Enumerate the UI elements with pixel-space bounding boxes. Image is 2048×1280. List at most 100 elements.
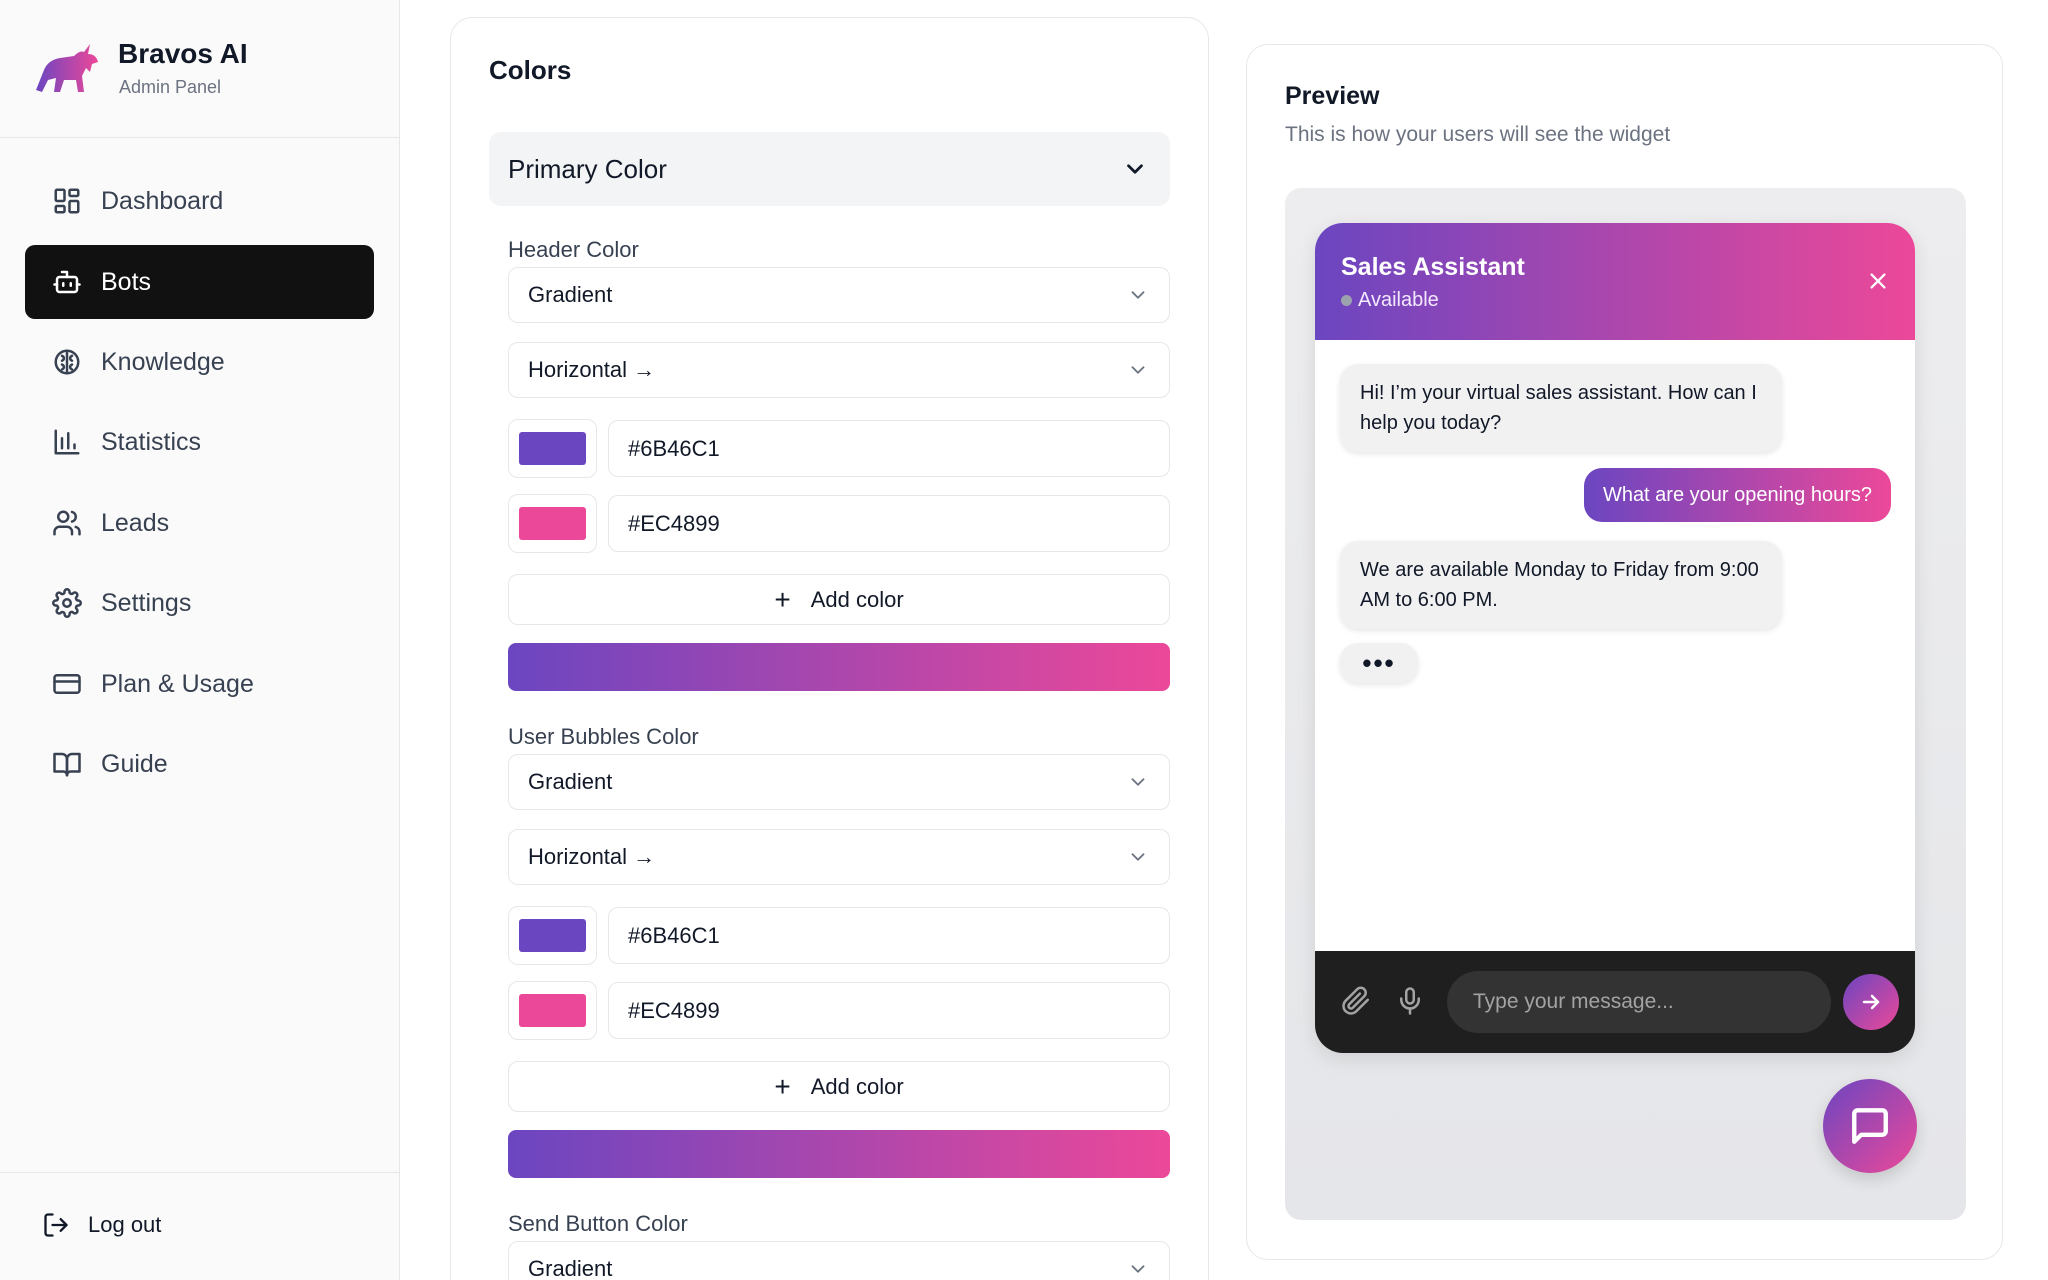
user-bubbles-type-select[interactable]: Gradient	[508, 754, 1170, 810]
chat-bot-name: Sales Assistant	[1341, 253, 1525, 281]
send-button-type-select[interactable]: Gradient	[508, 1241, 1170, 1280]
header-add-color-button[interactable]: + Add color	[508, 574, 1170, 625]
sidebar-item-label: Dashboard	[101, 186, 224, 215]
chevron-down-icon	[1122, 156, 1148, 182]
chevron-down-icon	[1127, 1258, 1149, 1280]
add-color-label: Add color	[810, 586, 904, 612]
brand-header: Bravos AI Admin Panel	[0, 0, 399, 138]
header-color-hex-input-2[interactable]: #EC4899	[608, 495, 1170, 552]
preview-title: Preview	[1285, 82, 1380, 110]
header-color-hex-input-1[interactable]: #6B46C1	[608, 420, 1170, 477]
select-value: Gradient	[528, 282, 613, 307]
chevron-down-icon	[1127, 359, 1149, 381]
bot-icon	[51, 266, 83, 298]
status-dot-icon	[1341, 295, 1352, 306]
chat-message-input[interactable]: Type your message...	[1447, 971, 1831, 1033]
send-button[interactable]	[1843, 974, 1899, 1030]
sidebar-item-statistics[interactable]: Statistics	[25, 405, 374, 479]
header-gradient-preview	[508, 643, 1170, 691]
hex-value: #EC4899	[628, 510, 720, 536]
select-value: Gradient	[528, 1256, 613, 1280]
paperclip-icon[interactable]	[1341, 986, 1371, 1016]
accordion-label: Primary Color	[508, 153, 667, 184]
chevron-down-icon	[1127, 771, 1149, 793]
hex-value: #6B46C1	[628, 435, 720, 461]
sidebar-item-label: Leads	[101, 508, 170, 537]
sidebar-item-label: Plan & Usage	[101, 669, 254, 698]
user-bubbles-add-color-button[interactable]: + Add color	[508, 1061, 1170, 1112]
header-color-direction-select[interactable]: Horizontal →	[508, 342, 1170, 398]
user-bubbles-hex-input-2[interactable]: #EC4899	[608, 982, 1170, 1039]
user-bubbles-color-label: User Bubbles Color	[508, 724, 699, 749]
hex-value: #6B46C1	[628, 922, 720, 948]
header-color-label: Header Color	[508, 237, 639, 262]
color-swatch	[519, 994, 586, 1027]
sidebar-item-label: Knowledge	[101, 347, 225, 376]
status-label: Available	[1358, 289, 1439, 311]
brain-icon	[51, 346, 83, 378]
sidebar: Bravos AI Admin Panel Dashboard Bots Kno…	[0, 0, 400, 1280]
chat-bubble-icon	[1852, 1108, 1888, 1144]
bar-chart-icon	[51, 426, 83, 458]
chat-header: Sales Assistant Available	[1315, 223, 1915, 340]
brand-name: Bravos AI	[118, 38, 248, 69]
plus-icon: +	[774, 583, 791, 615]
typing-indicator: •••	[1340, 643, 1418, 683]
sidebar-item-label: Bots	[101, 267, 152, 296]
user-bubbles-swatch-2[interactable]	[508, 981, 597, 1040]
select-value: Horizontal →	[528, 357, 656, 382]
select-value: Gradient	[528, 769, 613, 794]
header-color-swatch-1[interactable]	[508, 419, 597, 478]
user-message: What are your opening hours?	[1583, 468, 1891, 522]
colors-title: Colors	[489, 55, 572, 85]
brand-subtitle: Admin Panel	[119, 77, 222, 97]
logout-button[interactable]: Log out	[42, 1211, 161, 1239]
sidebar-item-settings[interactable]: Settings	[25, 566, 374, 640]
primary-color-accordion[interactable]: Primary Color	[489, 132, 1170, 206]
user-bubbles-swatch-1[interactable]	[508, 906, 597, 965]
select-value: Horizontal →	[528, 844, 656, 869]
dashboard-icon	[51, 185, 83, 217]
sidebar-item-plan-usage[interactable]: Plan & Usage	[25, 647, 374, 721]
chat-widget: Sales Assistant Available Hi! I’m your v…	[1315, 223, 1915, 1053]
preview-card: Preview This is how your users will see …	[1246, 44, 2003, 1260]
sidebar-item-dashboard[interactable]: Dashboard	[25, 164, 374, 238]
user-bubbles-gradient-preview	[508, 1130, 1170, 1178]
colors-card: Colors Primary Color Header Color Gradie…	[450, 17, 1209, 1280]
bot-message: We are available Monday to Friday from 9…	[1340, 541, 1782, 629]
color-swatch	[519, 432, 586, 465]
header-color-swatch-2[interactable]	[508, 494, 597, 553]
arrow-right-icon	[1862, 994, 1880, 1010]
bull-logo-icon	[34, 40, 100, 96]
preview-stage: Sales Assistant Available Hi! I’m your v…	[1285, 188, 1966, 1220]
user-bubbles-hex-input-1[interactable]: #6B46C1	[608, 907, 1170, 964]
preview-subtitle: This is how your users will see the widg…	[1285, 123, 1671, 146]
sidebar-item-guide[interactable]: Guide	[25, 727, 374, 801]
chevron-down-icon	[1127, 284, 1149, 306]
chat-launcher-button[interactable]	[1823, 1079, 1917, 1173]
color-swatch	[519, 919, 586, 952]
sidebar-item-leads[interactable]: Leads	[25, 486, 374, 560]
sidebar-item-label: Settings	[101, 588, 192, 617]
chat-status: Available	[1341, 289, 1439, 312]
bot-message: Hi! I’m your virtual sales assistant. Ho…	[1340, 364, 1782, 452]
logout-label: Log out	[88, 1212, 162, 1237]
credit-card-icon	[51, 668, 83, 700]
sidebar-footer: Log out	[0, 1172, 399, 1280]
hex-value: #EC4899	[628, 997, 720, 1023]
sidebar-item-knowledge[interactable]: Knowledge	[25, 325, 374, 399]
book-icon	[51, 748, 83, 780]
add-color-label: Add color	[810, 1073, 904, 1099]
color-swatch	[519, 507, 586, 540]
chevron-down-icon	[1127, 846, 1149, 868]
chat-input-placeholder: Type your message...	[1473, 990, 1674, 1013]
sidebar-item-bots[interactable]: Bots	[25, 245, 374, 319]
close-icon[interactable]	[1867, 270, 1889, 292]
users-icon	[51, 507, 83, 539]
header-color-type-select[interactable]: Gradient	[508, 267, 1170, 323]
send-button-color-label: Send Button Color	[508, 1211, 688, 1236]
user-bubbles-direction-select[interactable]: Horizontal →	[508, 829, 1170, 885]
microphone-icon[interactable]	[1395, 986, 1425, 1016]
plus-icon: +	[774, 1070, 791, 1102]
chat-input-bar: Type your message...	[1315, 951, 1915, 1053]
